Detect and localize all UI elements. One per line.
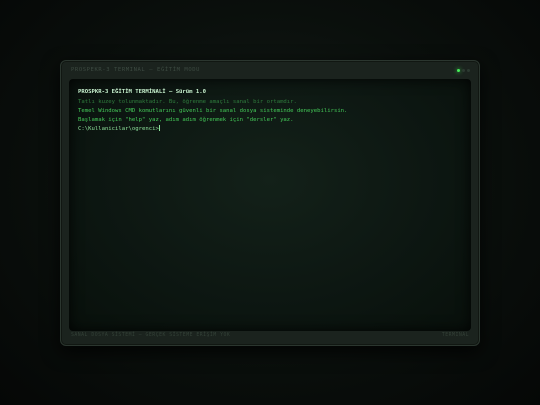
status-bar: SANAL DOSYA SİSTEMİ — GERÇEK SİSTEME ERİ… [61, 329, 481, 345]
terminal-output: PROSPKR-3 EĞİTİM TERMİNALİ — Sürüm 1.0 T… [78, 88, 465, 135]
status-led-icon [462, 69, 465, 72]
terminal-prompt: C:\Kullanicilar\ogrenci> [78, 126, 159, 133]
terminal-window: PROSPEKR-3 TERMINAL — EĞİTİM MODU PROSPK… [60, 60, 480, 346]
terminal-header-separator: — [168, 89, 173, 95]
status-led-icon [457, 69, 460, 72]
terminal-header: PROSPKR-3 EĞİTİM TERMİNALİ — Sürüm 1.0 [78, 88, 465, 97]
title-bar: PROSPEKR-3 TERMINAL — EĞİTİM MODU [61, 61, 481, 81]
status-text-left: SANAL DOSYA SİSTEMİ — GERÇEK SİSTEME ERİ… [71, 333, 231, 338]
status-text-right: TERMINAL [441, 333, 469, 338]
terminal-header-name: PROSPKR-3 EĞİTİM TERMİNALİ [78, 89, 166, 95]
terminal-screen[interactable]: PROSPKR-3 EĞİTİM TERMİNALİ — Sürüm 1.0 T… [69, 79, 471, 331]
text-cursor-icon [158, 125, 160, 132]
status-led-icon [467, 69, 470, 72]
terminal-line-hint: Başlamak için "help" yaz, adım adım öğre… [78, 117, 294, 124]
terminal-prompt-line[interactable]: C:\Kullanicilar\ogrenci> [78, 125, 465, 134]
status-leds [457, 69, 470, 72]
terminal-line-welcome: Tatlı kuzey tolunmaktadır. Bu, öğrenme a… [78, 98, 297, 105]
terminal-line-info: Temel Windows CMD komutlarını güvenli bi… [78, 107, 348, 114]
window-title: PROSPEKR-3 TERMINAL — EĞİTİM MODU [71, 67, 201, 73]
terminal-header-version: Sürüm 1.0 [175, 89, 206, 95]
